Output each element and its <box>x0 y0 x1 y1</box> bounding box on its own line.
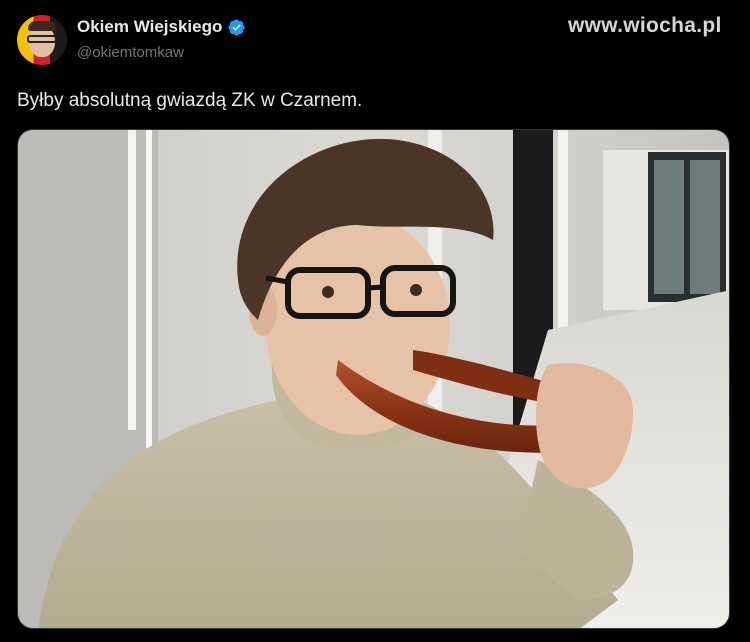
tweet-photo[interactable] <box>17 129 730 629</box>
watermark: www.wiocha.pl <box>568 14 722 37</box>
photo-illustration <box>18 130 729 628</box>
avatar-glasses <box>27 35 57 43</box>
verified-badge-icon <box>228 18 245 36</box>
author-handle[interactable]: @okiemtomkaw <box>77 44 184 61</box>
author-name-row: Okiem Wiejskiego <box>77 17 246 37</box>
tweet-text: Byłby absolutną gwiazdą ZK w Czarnem. <box>17 90 363 111</box>
avatar-hair <box>28 21 56 31</box>
tweet-card: Okiem Wiejskiego @okiemtomkaw www.wiocha… <box>0 0 750 642</box>
avatar[interactable] <box>17 15 67 65</box>
author-display-name[interactable]: Okiem Wiejskiego <box>77 17 222 37</box>
